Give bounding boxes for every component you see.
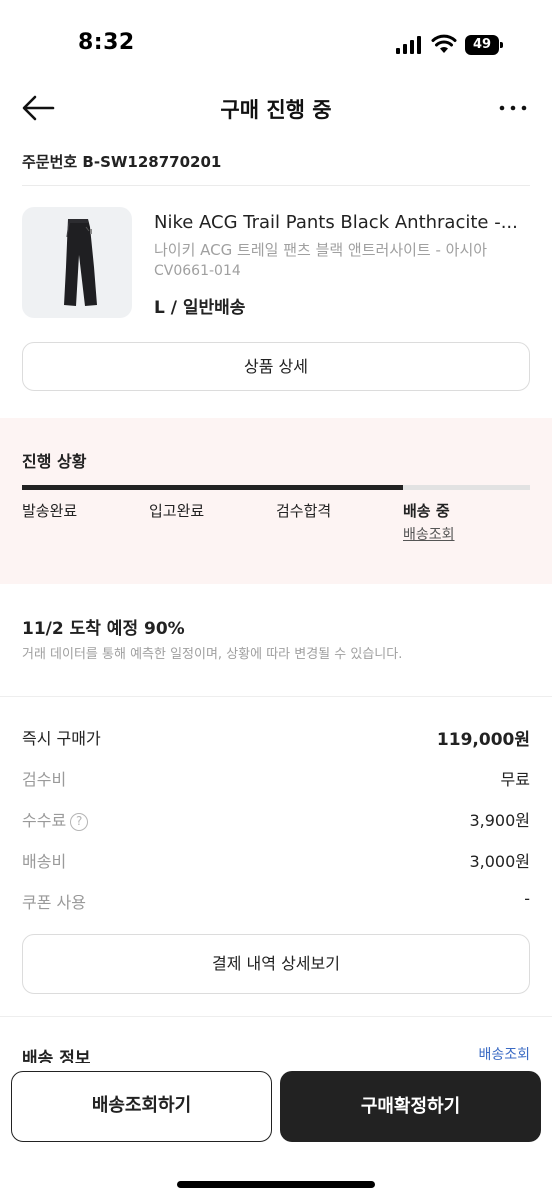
section-divider — [0, 1016, 552, 1017]
delivery-track-link[interactable]: 배송조회 — [478, 1044, 530, 1064]
progress-title: 진행 상황 — [22, 452, 87, 471]
payment-row-shipping: 배송비 3,000원 — [22, 848, 530, 874]
step-shipped: 발송완료 — [22, 502, 78, 520]
payment-label-fee: 수수료? — [22, 807, 89, 831]
payment-value: 119,000원 — [436, 730, 530, 750]
payment-row-coupon: 쿠폰 사용 - — [22, 889, 530, 915]
progress-fill — [22, 485, 403, 490]
payment-row-price: 즉시 구매가 119,000원 — [22, 725, 530, 751]
payment-label: 배송비 — [22, 852, 67, 871]
step-inspection-passed: 검수합격 — [276, 502, 332, 520]
payment-value: 3,000원 — [469, 852, 530, 871]
header: 구매 진행 중 — [0, 78, 552, 138]
confirm-purchase-button[interactable]: 구매확정하기 — [280, 1071, 541, 1142]
section-divider — [0, 696, 552, 697]
payment-value: 무료 — [500, 770, 530, 789]
divider — [22, 185, 530, 186]
payment-label: 검수비 — [22, 770, 67, 789]
payment-label: 즉시 구매가 — [22, 729, 101, 748]
battery-level: 49 — [465, 35, 499, 55]
wifi-icon — [431, 34, 457, 53]
payment-value: - — [524, 889, 530, 908]
page-title: 구매 진행 중 — [220, 98, 332, 122]
payment-detail-button[interactable]: 결제 내역 상세보기 — [22, 934, 530, 994]
payment-row-fee: 수수료? 3,900원 — [22, 807, 530, 833]
payment-value: 3,900원 — [469, 811, 530, 830]
product-name-korean: 나이키 ACG 트레일 팬츠 블랙 앤트러사이트 - 아시아 — [154, 241, 488, 259]
track-delivery-button[interactable]: 배송조회하기 — [11, 1071, 272, 1142]
product-option: L / 일반배송 — [154, 298, 246, 318]
arrival-estimate: 11/2 도착 예정 90% — [22, 619, 185, 639]
product-image[interactable] — [22, 207, 132, 318]
order-number: 주문번호 B-SW128770201 — [22, 153, 222, 171]
home-indicator — [177, 1181, 375, 1188]
track-delivery-link[interactable]: 배송조회 — [403, 524, 455, 544]
battery-icon: 49 — [465, 35, 503, 55]
payment-label: 쿠폰 사용 — [22, 893, 86, 912]
pants-image — [64, 219, 97, 306]
product-name[interactable]: Nike ACG Trail Pants Black Anthracite -.… — [154, 212, 534, 233]
status-time: 8:32 — [78, 30, 135, 55]
payment-label: 수수료 — [22, 811, 67, 830]
more-horizontal-icon[interactable] — [498, 96, 528, 120]
payment-row-inspection: 검수비 무료 — [22, 766, 530, 792]
arrival-description: 거래 데이터를 통해 예측한 일정이며, 상황에 따라 변경될 수 있습니다. — [22, 647, 403, 662]
status-bar: 8:32 49 — [0, 0, 552, 90]
product-detail-button[interactable]: 상품 상세 — [22, 342, 530, 391]
progress-track — [22, 485, 530, 490]
step-received: 입고완료 — [149, 502, 205, 520]
signal-icon — [396, 36, 422, 54]
bottom-action-bar: 배송조회하기 구매확정하기 — [0, 1063, 552, 1200]
question-circle-icon[interactable]: ? — [70, 813, 89, 831]
product-code: CV0661-014 — [154, 263, 241, 279]
progress-section: 진행 상황 발송완료 입고완료 검수합격 배송 중 배송조회 — [0, 418, 552, 584]
step-in-delivery: 배송 중 — [403, 502, 450, 520]
